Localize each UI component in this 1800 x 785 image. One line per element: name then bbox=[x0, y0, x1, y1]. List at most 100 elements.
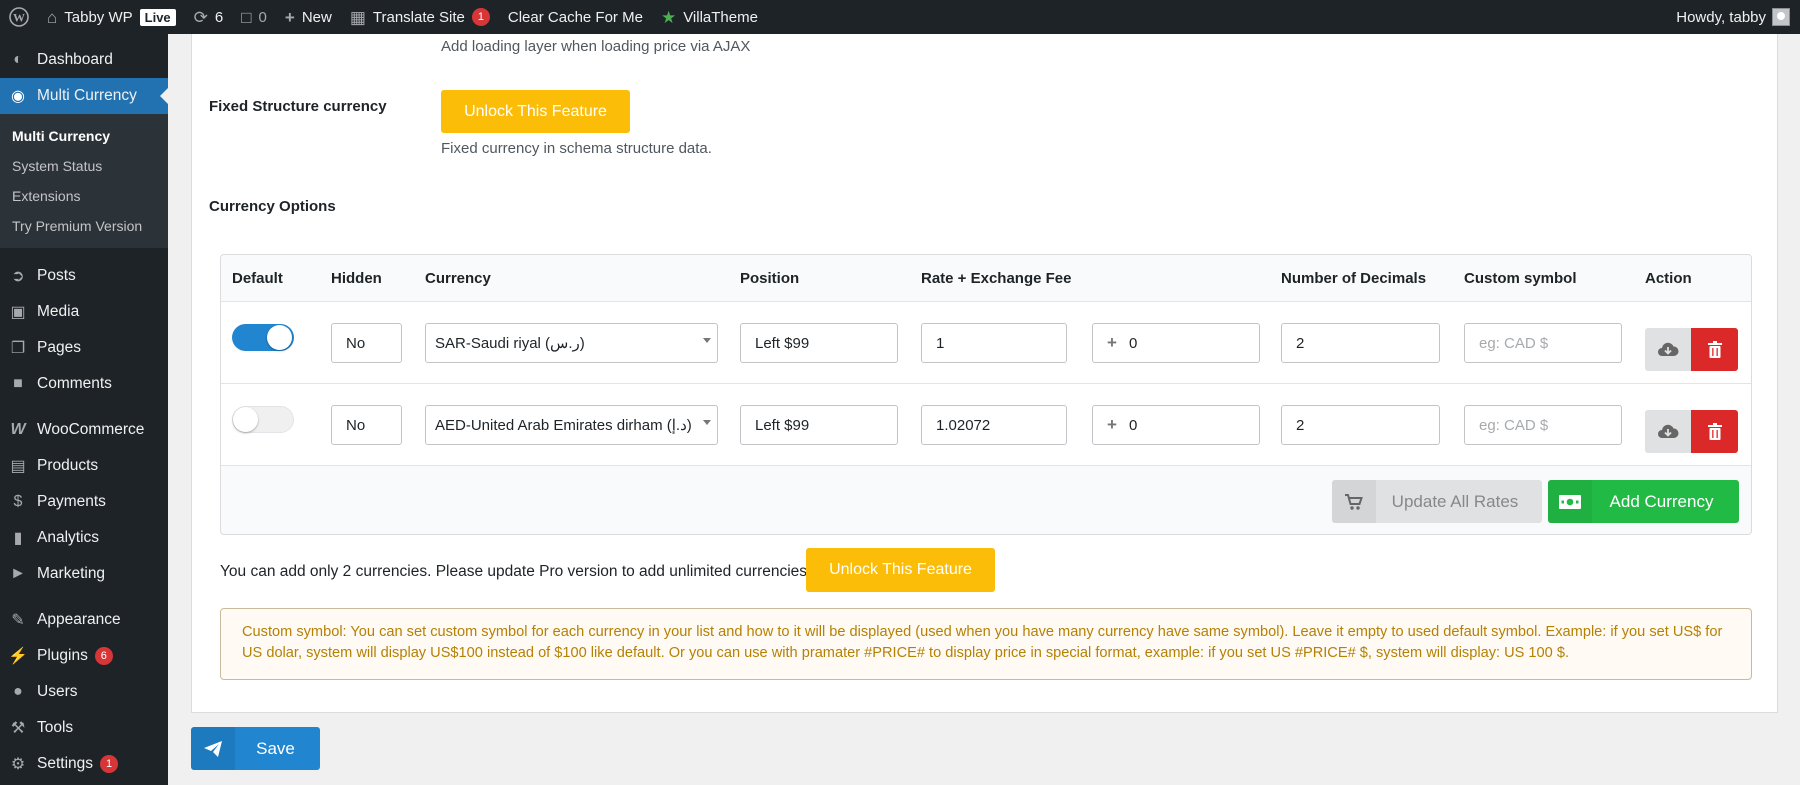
header-default: Default bbox=[232, 270, 283, 287]
loading-description: Add loading layer when loading price via… bbox=[441, 38, 751, 55]
updates-link[interactable]: ⟳ 6 bbox=[185, 0, 233, 34]
header-position: Position bbox=[740, 270, 800, 287]
table-row: No SAR-Saudi riyal (ر.س) Left $99 1 + 0 … bbox=[221, 302, 1751, 384]
add-currency-button[interactable]: Add Currency bbox=[1548, 480, 1739, 523]
sidebar-item-posts[interactable]: ➲ Posts bbox=[0, 258, 168, 294]
settings-badge: 1 bbox=[100, 755, 119, 773]
currency-select[interactable]: AED-United Arab Emirates dirham (د.إ) bbox=[425, 405, 718, 445]
download-rate-button[interactable] bbox=[1645, 328, 1691, 371]
add-currency-label: Add Currency bbox=[1609, 491, 1714, 511]
hidden-select[interactable]: No bbox=[331, 405, 402, 445]
header-rate: Rate + Exchange Fee bbox=[921, 270, 1072, 287]
table-row: No AED-United Arab Emirates dirham (د.إ)… bbox=[221, 384, 1751, 466]
custom-symbol-input[interactable]: eg: CAD $ bbox=[1464, 323, 1622, 363]
submenu-item-multi-currency[interactable]: Multi Currency bbox=[0, 121, 168, 151]
archive-icon: ▤ bbox=[10, 458, 26, 475]
decimals-input[interactable]: 2 bbox=[1281, 323, 1440, 363]
sidebar-item-settings[interactable]: ⚙ Settings 1 bbox=[0, 746, 168, 782]
hidden-select[interactable]: No bbox=[331, 323, 402, 363]
dollar-icon: $ bbox=[13, 493, 23, 510]
account-menu[interactable]: Howdy, tabby bbox=[1676, 0, 1790, 34]
user-icon: ● bbox=[13, 683, 23, 700]
sidebar-item-label: Appearance bbox=[37, 611, 121, 628]
default-toggle[interactable] bbox=[232, 406, 294, 433]
live-badge: Live bbox=[139, 8, 176, 26]
brush-icon: ✎ bbox=[11, 612, 25, 629]
sidebar-item-label: Posts bbox=[37, 267, 76, 284]
sidebar-item-woocommerce[interactable]: W WooCommerce bbox=[0, 412, 168, 448]
save-button[interactable]: Save bbox=[191, 727, 320, 770]
submenu-item-system-status[interactable]: System Status bbox=[0, 151, 168, 181]
position-select[interactable]: Left $99 bbox=[740, 405, 898, 445]
woocommerce-icon: W bbox=[10, 421, 26, 438]
sidebar-item-label: Media bbox=[37, 303, 80, 320]
sidebar-item-plugins[interactable]: ⚡ Plugins 6 bbox=[0, 638, 168, 674]
unlock-feature-button-limit[interactable]: Unlock This Feature bbox=[806, 548, 995, 592]
custom-symbol-input[interactable]: eg: CAD $ bbox=[1464, 405, 1622, 445]
home-icon: ⌂ bbox=[47, 7, 58, 27]
currency-select[interactable]: SAR-Saudi riyal (ر.س) bbox=[425, 323, 718, 363]
plus-icon: + bbox=[284, 7, 295, 27]
sidebar-item-users[interactable]: ● Users bbox=[0, 674, 168, 710]
pages-icon: ❐ bbox=[10, 340, 26, 357]
sidebar-item-payments[interactable]: $ Payments bbox=[0, 484, 168, 520]
exchange-fee-input[interactable]: + 0 bbox=[1092, 405, 1260, 445]
sidebar-item-label: Users bbox=[37, 683, 78, 700]
settings-icon: ⚙ bbox=[10, 756, 26, 773]
exchange-fee-value: 0 bbox=[1128, 416, 1138, 434]
position-select[interactable]: Left $99 bbox=[740, 323, 898, 363]
site-name-link[interactable]: ⌂ Tabby WP Live bbox=[38, 0, 185, 34]
currency-options-label: Currency Options bbox=[209, 198, 336, 215]
exchange-fee-input[interactable]: + 0 bbox=[1092, 323, 1260, 363]
comments-link[interactable]: □ 0 bbox=[232, 0, 276, 34]
plus-icon: + bbox=[1107, 333, 1117, 352]
villatheme-link[interactable]: ★ VillaTheme bbox=[652, 0, 767, 34]
wordpress-logo-button[interactable]: W bbox=[0, 0, 38, 34]
fixed-structure-label: Fixed Structure currency bbox=[209, 98, 387, 115]
decimals-input[interactable]: 2 bbox=[1281, 405, 1440, 445]
download-rate-button[interactable] bbox=[1645, 410, 1691, 453]
update-all-rates-button[interactable]: Update All Rates bbox=[1332, 480, 1542, 523]
wrench-icon: ⚒ bbox=[10, 720, 26, 737]
sidebar-item-media[interactable]: ▣ Media bbox=[0, 294, 168, 330]
currency-table: Default Hidden Currency Position Rate + … bbox=[220, 254, 1752, 535]
sidebar-item-comments[interactable]: ■ Comments bbox=[0, 366, 168, 402]
rate-input[interactable]: 1 bbox=[921, 323, 1067, 363]
clear-cache-link[interactable]: Clear Cache For Me bbox=[499, 0, 652, 34]
updates-count: 6 bbox=[214, 8, 224, 26]
trash-icon bbox=[1707, 341, 1722, 358]
new-content-link[interactable]: + New bbox=[276, 0, 341, 34]
sidebar-item-pages[interactable]: ❐ Pages bbox=[0, 330, 168, 366]
submenu-item-try-premium[interactable]: Try Premium Version bbox=[0, 211, 168, 241]
sidebar-item-products[interactable]: ▤ Products bbox=[0, 448, 168, 484]
sidebar-item-label: WooCommerce bbox=[37, 421, 145, 438]
site-name: Tabby WP bbox=[64, 8, 133, 26]
sidebar-item-label: Pages bbox=[37, 339, 81, 356]
unlock-feature-button[interactable]: Unlock This Feature bbox=[441, 90, 630, 133]
default-toggle[interactable] bbox=[232, 324, 294, 351]
pin-icon: ➲ bbox=[11, 268, 25, 285]
rate-input[interactable]: 1.02072 bbox=[921, 405, 1067, 445]
comments-count: 0 bbox=[258, 8, 267, 26]
trash-icon bbox=[1707, 423, 1722, 440]
translate-icon: ▦ bbox=[349, 7, 366, 27]
translate-site-link[interactable]: ▦ Translate Site 1 bbox=[341, 0, 499, 34]
delete-currency-button[interactable] bbox=[1691, 410, 1738, 453]
sidebar-item-appearance[interactable]: ✎ Appearance bbox=[0, 602, 168, 638]
media-icon: ▣ bbox=[10, 304, 26, 321]
sidebar-item-label: Dashboard bbox=[37, 51, 113, 68]
sidebar-item-dashboard[interactable]: ◐ Dashboard bbox=[0, 42, 168, 78]
submenu-item-extensions[interactable]: Extensions bbox=[0, 181, 168, 211]
sidebar-item-tools[interactable]: ⚒ Tools bbox=[0, 710, 168, 746]
sidebar-item-label: Marketing bbox=[37, 565, 106, 582]
plugins-badge: 6 bbox=[94, 647, 113, 665]
comment-icon: ■ bbox=[13, 375, 23, 392]
sidebar-item-marketing[interactable]: ► Marketing bbox=[0, 556, 168, 592]
sidebar-item-analytics[interactable]: ▮ Analytics bbox=[0, 520, 168, 556]
delete-currency-button[interactable] bbox=[1691, 328, 1738, 371]
paper-plane-icon bbox=[191, 727, 235, 770]
refresh-icon: ⟳ bbox=[193, 7, 208, 27]
sidebar-item-label: Products bbox=[37, 457, 99, 474]
money-icon bbox=[1548, 480, 1592, 523]
sidebar-item-multi-currency[interactable]: ◉ Multi Currency bbox=[0, 78, 168, 114]
